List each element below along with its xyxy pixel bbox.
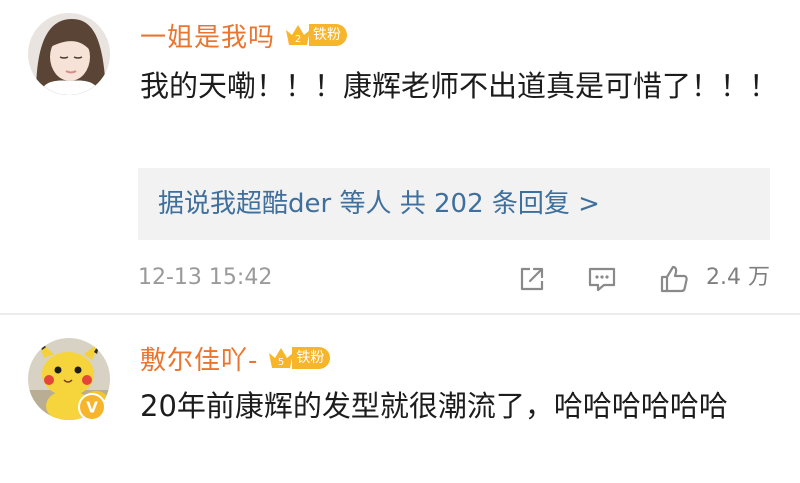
avatar[interactable] [28, 13, 110, 95]
username[interactable]: 敷尔佳吖- [140, 340, 258, 377]
verified-mark: V [86, 399, 98, 417]
replies-box[interactable]: 据说我超酷der 等人 共 202 条回复 > [138, 168, 770, 240]
fan-level: 2 [295, 34, 301, 45]
comment-text: 我的天嘞！！！康辉老师不出道真是可惜了！！！ [140, 69, 779, 103]
comment-meta: 12-13 15:42 2.4 万 [138, 258, 778, 298]
view-replies-link[interactable]: 据说我超酷der 等人 共 202 条回复 > [158, 168, 600, 240]
comment-list: 一姐是我吗 2 铁粉 我的天嘞！！！康辉老师不出道真是可惜了！！！ 据说我超酷d… [0, 0, 800, 483]
divider [0, 313, 800, 315]
comment-icon[interactable] [586, 263, 618, 295]
timestamp: 12-13 15:42 [138, 265, 273, 290]
fan-badge-label: 铁粉 [292, 347, 331, 369]
verified-badge-icon: V [78, 393, 106, 421]
username[interactable]: 一姐是我吗 [140, 17, 275, 54]
like-count: 2.4 万 [706, 265, 770, 290]
username-row: 一姐是我吗 2 铁粉 [140, 15, 348, 55]
fan-badge[interactable]: 5 铁粉 [266, 344, 331, 372]
fan-level: 5 [278, 357, 284, 368]
thumbs-up-icon[interactable] [658, 263, 690, 295]
comment-text: 20年前康辉的发型就很潮流了，哈哈哈哈哈哈 [140, 389, 728, 423]
username-row: 敷尔佳吖- 5 铁粉 [140, 338, 331, 378]
comment-item: 一姐是我吗 2 铁粉 我的天嘞！！！康辉老师不出道真是可惜了！！！ 据说我超酷d… [0, 0, 800, 318]
share-icon[interactable] [516, 263, 548, 295]
comment-item: V 敷尔佳吖- 5 铁粉 20年前康辉的发型就很潮流了，哈哈哈哈哈哈 [0, 318, 800, 483]
fan-badge-label: 铁粉 [309, 24, 348, 46]
avatar-portrait-image [28, 13, 110, 95]
fan-badge[interactable]: 2 铁粉 [283, 21, 348, 49]
